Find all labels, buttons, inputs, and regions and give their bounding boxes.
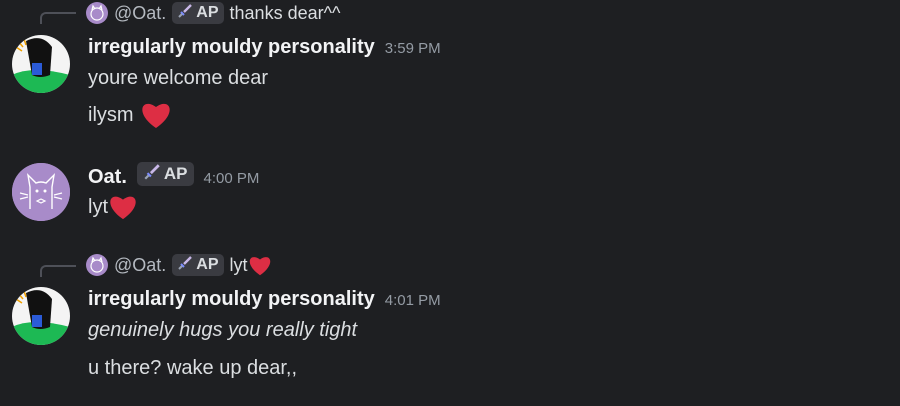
- message-text: u there? wake up dear,,: [88, 357, 297, 380]
- sword-icon: [177, 3, 193, 24]
- chat-log: @Oat. AP thanks dear^^ irregularly mould…: [0, 0, 900, 406]
- message-header: irregularly mouldy personality 4:01 PM: [88, 288, 441, 311]
- reply-avatar: [86, 254, 108, 276]
- reply-preview[interactable]: @Oat. AP lyt: [86, 254, 272, 276]
- reply-mention[interactable]: @Oat.: [114, 255, 166, 276]
- avatar[interactable]: [12, 287, 70, 345]
- message-line: ilysm: [88, 103, 134, 126]
- username[interactable]: irregularly mouldy personality: [88, 36, 375, 59]
- timestamp: 4:00 PM: [203, 169, 260, 187]
- message-text: ilysm: [88, 101, 172, 129]
- reply-preview[interactable]: @Oat. AP thanks dear^^: [86, 2, 340, 24]
- heart-icon: [140, 101, 172, 129]
- reply-text: thanks dear^^: [229, 2, 341, 23]
- message-header: irregularly mouldy personality 3:59 PM: [88, 36, 441, 59]
- message-text: genuinely hugs you really tight: [88, 319, 357, 342]
- guild-tag-label: AP: [196, 4, 219, 21]
- message-header: Oat. AP 4:00 PM: [88, 162, 260, 189]
- reply-connector: [40, 12, 76, 24]
- reply-avatar: [86, 2, 108, 24]
- timestamp: 3:59 PM: [384, 40, 441, 57]
- heart-icon: [108, 194, 138, 220]
- message-line: lyt: [88, 195, 108, 218]
- reply-mention[interactable]: @Oat.: [114, 3, 166, 24]
- message-text: youre welcome dear: [88, 67, 268, 90]
- guild-tag-label: AP: [196, 256, 219, 273]
- sword-icon: [177, 255, 193, 276]
- message-line: youre welcome dear: [88, 67, 269, 89]
- message-line: u there? wake up dear,,: [88, 357, 298, 379]
- heart-icon: [248, 255, 272, 276]
- reply-connector: [40, 265, 76, 277]
- message-text: lyt: [88, 194, 138, 220]
- guild-tag[interactable]: AP: [136, 162, 194, 186]
- message-line: genuinely hugs you really tight: [88, 319, 358, 341]
- sword-icon: [143, 163, 161, 186]
- avatar[interactable]: [12, 163, 70, 221]
- guild-tag-label: AP: [163, 164, 188, 183]
- timestamp: 4:01 PM: [384, 292, 441, 309]
- username[interactable]: Oat.: [88, 166, 127, 189]
- guild-tag[interactable]: AP: [172, 2, 224, 24]
- reply-text: lyt: [230, 255, 272, 276]
- avatar[interactable]: [12, 35, 70, 93]
- username[interactable]: irregularly mouldy personality: [88, 288, 375, 311]
- guild-tag[interactable]: AP: [172, 254, 224, 276]
- reply-text-content: lyt: [229, 254, 248, 275]
